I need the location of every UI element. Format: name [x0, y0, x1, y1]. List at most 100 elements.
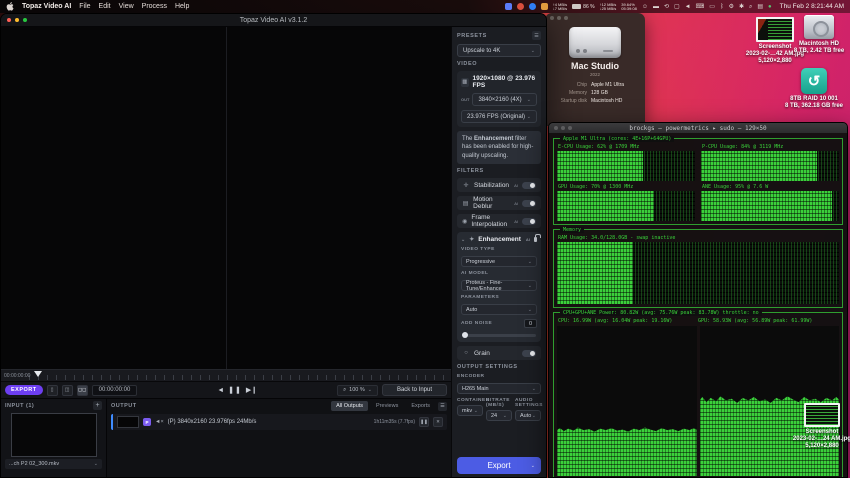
video-preview-area[interactable]: [1, 27, 451, 369]
view-side-by-side-button[interactable]: ◻◻: [76, 384, 88, 396]
timeline-ruler[interactable]: 00:00:00:00: [1, 369, 451, 381]
pause-render-button[interactable]: ❚❚: [419, 417, 429, 427]
export-preview-button[interactable]: EXPORT: [5, 385, 43, 395]
input-clip-thumbnail[interactable]: [10, 413, 97, 457]
app-status-icon-4[interactable]: [540, 3, 548, 10]
ai-model-dropdown[interactable]: Proteus - Fine-Tune/Enhance ⌄: [461, 280, 537, 292]
close-button[interactable]: [554, 126, 558, 130]
search-icon[interactable]: ⌕: [749, 4, 752, 10]
output-framerate-dropdown[interactable]: 23.976 FPS (Original) ⌄: [461, 110, 537, 123]
muted-speaker-icon[interactable]: ◄×: [155, 419, 164, 425]
gear-icon[interactable]: ⚙: [729, 4, 734, 10]
video-type-dropdown[interactable]: Progressive ⌄: [461, 256, 537, 268]
tab-exports[interactable]: Exports: [406, 401, 435, 411]
view-split-button[interactable]: ◫: [61, 384, 73, 396]
output-resolution-dropdown[interactable]: 3840×2160 (4X) ⌄: [472, 93, 537, 106]
tab-previews[interactable]: Previews: [371, 401, 403, 411]
close-button[interactable]: [7, 18, 11, 22]
desktop-icon-macintosh-hd[interactable]: Macintosh HD 8 TB, 2.42 TB free: [788, 15, 850, 55]
window-titlebar[interactable]: brockgs — powermetrics ▸ sudo — 129×50: [549, 123, 847, 133]
export-button[interactable]: Export ⌄: [457, 457, 541, 474]
collapse-chevron-icon[interactable]: ⌄: [461, 237, 465, 243]
keyboard-icon[interactable]: ⌨: [696, 4, 705, 10]
ecpu-gauge: E-CPU Usage: 62% @ 1709 MHz: [557, 144, 695, 181]
filter-icon[interactable]: ☰: [438, 401, 447, 411]
cancel-render-button[interactable]: ✕: [433, 417, 443, 427]
bitrate-label: BITRATE (MB/S): [486, 398, 510, 409]
menu-app-name[interactable]: Topaz Video AI: [22, 3, 71, 10]
bluetooth-icon[interactable]: ᛒ: [720, 4, 724, 10]
battery-indicator[interactable]: 86 %: [572, 4, 595, 10]
filter-frame-interpolation[interactable]: ◉ Frame Interpolation AI: [457, 214, 541, 229]
minimize-button[interactable]: [557, 16, 561, 20]
presets-menu-icon[interactable]: ☰: [532, 31, 541, 40]
stabilization-toggle[interactable]: [522, 181, 536, 189]
ram-gauge: [557, 242, 839, 304]
frame-interpolation-icon: ◉: [462, 218, 468, 225]
volume-icon[interactable]: ◄: [685, 4, 691, 10]
input-filename[interactable]: ...ch P2 02_300.mkv ⌄: [5, 459, 102, 469]
stop-icon[interactable]: ▢: [674, 4, 680, 10]
zoom-button[interactable]: [568, 126, 572, 130]
minimize-button[interactable]: [15, 18, 19, 22]
menu-edit[interactable]: Edit: [99, 3, 111, 10]
window-title: Topaz Video AI v3.1.2: [239, 16, 308, 24]
add-input-button[interactable]: +: [93, 401, 102, 410]
close-button[interactable]: [550, 16, 554, 20]
output-row[interactable]: P ◄× (P) 3840x2160 23.976fps 24Mb/s 1h11…: [111, 414, 447, 430]
add-noise-slider[interactable]: [462, 332, 536, 339]
video-type-label: VIDEO TYPE: [461, 247, 495, 253]
cpu-uptime-stat[interactable]: 39.64% 05:39:08: [621, 2, 637, 11]
memory-box: Memory RAM Usage: 34.0/128.0GB - swap in…: [553, 227, 843, 308]
filter-stabilization[interactable]: ✛ Stabilization AI: [457, 178, 541, 193]
menu-view[interactable]: View: [119, 3, 134, 10]
grain-toggle[interactable]: [522, 349, 536, 357]
menu-clock[interactable]: Thu Feb 2 8:21:44 AM: [780, 3, 844, 10]
face-icon[interactable]: ☺: [642, 4, 648, 10]
filter-motion-deblur[interactable]: ▤ Motion Deblur AI: [457, 196, 541, 211]
lock-icon[interactable]: [533, 234, 542, 243]
bitrate-dropdown[interactable]: 24 ⌄: [486, 410, 512, 422]
app-status-icon-3[interactable]: [528, 3, 536, 10]
motion-deblur-toggle[interactable]: [522, 199, 536, 207]
zoom-button[interactable]: [564, 16, 568, 20]
parameters-dropdown[interactable]: Auto ⌄: [461, 304, 537, 316]
audio-mute-icon[interactable]: ◄: [217, 387, 224, 394]
user-switch-icon[interactable]: ▤: [757, 4, 763, 10]
app-status-icon-1[interactable]: [504, 3, 512, 10]
menu-process[interactable]: Process: [142, 3, 167, 10]
pause-button[interactable]: ❚❚: [228, 387, 242, 394]
step-forward-button[interactable]: ▶❙: [246, 387, 257, 394]
preview-split-divider[interactable]: [226, 27, 227, 369]
disk-throughput-stat[interactable]: ↑12 MB/s ↓25 MB/s: [600, 2, 617, 11]
minimize-button[interactable]: [561, 126, 565, 130]
desktop-icon-raid[interactable]: ↺ 8TB RAID 10 001 8 TB, 362.18 GB free: [778, 68, 850, 110]
audio-settings-dropdown[interactable]: Auto ⌄: [515, 410, 541, 422]
add-noise-value[interactable]: 0: [524, 319, 537, 329]
frame-interpolation-toggle[interactable]: [522, 217, 536, 225]
playhead-marker[interactable]: [34, 371, 42, 377]
app-status-icon-2[interactable]: [516, 3, 524, 10]
zoom-button[interactable]: [23, 18, 27, 22]
preset-dropdown[interactable]: Upscale to 4K ⌄: [457, 44, 541, 57]
zoom-level-control[interactable]: ⌕ 100 % ⌄: [337, 384, 378, 396]
apple-menu-icon[interactable]: [6, 2, 14, 11]
menu-help[interactable]: Help: [175, 3, 189, 10]
desktop-icon-screenshot-bottom[interactable]: Screenshot 2023-02-…24 AM.jpg 5,120×2,88…: [790, 403, 850, 450]
filter-grain[interactable]: ○ Grain: [457, 346, 541, 361]
back-to-input-button[interactable]: Back to Input: [381, 384, 447, 396]
window-icon[interactable]: ▬: [653, 4, 659, 10]
container-dropdown[interactable]: mkv ⌄: [457, 405, 483, 417]
window-titlebar[interactable]: Topaz Video AI v3.1.2: [1, 14, 546, 27]
wifi-icon[interactable]: ✱: [739, 4, 744, 10]
display-icon[interactable]: ▭: [709, 4, 715, 10]
tab-all-outputs[interactable]: All Outputs: [331, 401, 369, 411]
slider-knob[interactable]: [462, 332, 468, 339]
network-throughput-stat[interactable]: ↑4 MB/s ↓7 MB/s: [553, 2, 567, 11]
vpn-icon[interactable]: ●: [768, 4, 772, 10]
view-single-button[interactable]: ▯: [46, 384, 58, 396]
encoder-dropdown[interactable]: H265 Main ⌄: [457, 383, 541, 395]
sync-icon[interactable]: ⟲: [664, 4, 669, 10]
menu-file[interactable]: File: [79, 3, 90, 10]
menu-bar: Topaz Video AI File Edit View Process He…: [0, 0, 850, 13]
